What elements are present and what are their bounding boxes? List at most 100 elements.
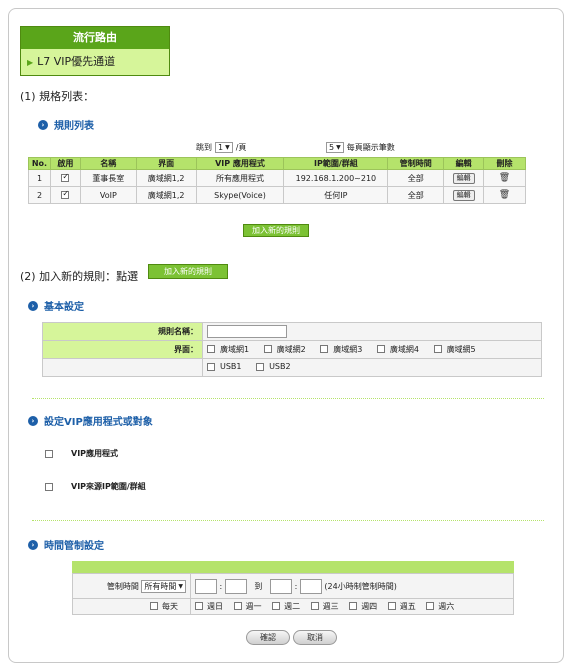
- vip-heading: › 設定VIP應用程式或對象: [28, 413, 153, 428]
- menu-title: 流行路由: [21, 27, 169, 49]
- day-checkbox[interactable]: [233, 602, 242, 611]
- cancel-button[interactable]: 取消: [293, 630, 337, 645]
- add-rule-button-2[interactable]: 加入新的規則: [148, 264, 228, 279]
- day-option[interactable]: 週一: [233, 601, 262, 612]
- iface-option[interactable]: 廣域網3: [320, 344, 362, 355]
- edit-button[interactable]: 編輯: [452, 172, 475, 184]
- rules-header-row: No. 啟用 名稱 界面 VIP 應用程式 IP範圍/群組 管制時間 編輯 刪除: [28, 157, 526, 170]
- ok-button[interactable]: 確認: [246, 630, 290, 645]
- col-time: 管制時間: [387, 157, 445, 170]
- iface-option-label: 廣域網1: [220, 344, 250, 354]
- iface-option[interactable]: 廣域網4: [376, 344, 419, 355]
- day-label: 週日: [207, 601, 223, 611]
- vip-app-checkbox[interactable]: [45, 449, 53, 458]
- divider: [32, 520, 544, 521]
- day-option[interactable]: 週二: [272, 601, 300, 612]
- vip-app-option[interactable]: VIP應用程式: [45, 448, 118, 459]
- day-option-everyday[interactable]: 每天: [150, 601, 178, 612]
- start-hour-input[interactable]: [195, 578, 217, 594]
- col-edit: 編輯: [443, 157, 485, 170]
- start-minute-input[interactable]: [224, 578, 247, 594]
- day-checkbox[interactable]: [272, 602, 281, 611]
- menu-subtitle: L7 VIP優先通道: [37, 55, 116, 68]
- iface-checkbox[interactable]: [263, 345, 272, 354]
- row-no: 1: [28, 169, 51, 187]
- per-page-select-value: 5: [329, 143, 335, 152]
- arrow-circle-icon: ›: [28, 300, 38, 311]
- usb-option[interactable]: USB2: [256, 362, 291, 371]
- trash-icon[interactable]: 🗑: [499, 190, 510, 200]
- row-name: 董事長室: [79, 169, 137, 187]
- end-minute-input[interactable]: [299, 578, 322, 594]
- row-enabled-cell: [49, 169, 81, 187]
- table-row: 2 VoIP 廣域網1,2 Skype(Voice) 任何IP 全部 編輯 🗑: [28, 186, 526, 204]
- day-checkbox[interactable]: [387, 602, 396, 611]
- row-delete-cell: 🗑: [483, 169, 526, 187]
- trash-icon[interactable]: 🗑: [499, 173, 510, 183]
- col-ip: IP範圍/群組: [283, 157, 389, 170]
- enabled-checkbox[interactable]: [61, 172, 70, 182]
- rule-name-label: 規則名稱：: [42, 322, 203, 341]
- usb-option-label: USB1: [220, 362, 242, 372]
- vip-app-label: VIP應用程式: [71, 449, 119, 458]
- page-select[interactable]: 1 ▼: [215, 142, 233, 153]
- day-label: 週一: [245, 601, 262, 611]
- day-option[interactable]: 週四: [349, 601, 377, 612]
- iface-checkbox[interactable]: [207, 345, 215, 354]
- row-ip: 任何IP: [283, 186, 389, 204]
- rule-name-input[interactable]: [207, 325, 287, 338]
- usb-checkbox[interactable]: [207, 362, 215, 371]
- time-control-select[interactable]: 所有時間 ▼: [141, 579, 186, 593]
- iface-option[interactable]: 廣域網1: [207, 344, 249, 355]
- row-app: 所有應用程式: [195, 169, 285, 187]
- day-checkbox[interactable]: [349, 602, 358, 611]
- rule-name-cell: [202, 322, 542, 341]
- day-option[interactable]: 週三: [310, 601, 339, 612]
- menu-subtitle-row[interactable]: ▶ L7 VIP優先通道: [21, 49, 169, 75]
- usb-options: USB1 USB2: [202, 358, 542, 377]
- per-page-suffix: 每頁顯示筆數: [346, 143, 395, 152]
- end-hour-input[interactable]: [270, 578, 293, 594]
- day-label: 每天: [162, 601, 178, 611]
- day-checkbox[interactable]: [426, 602, 435, 611]
- iface-option[interactable]: 廣域網2: [263, 344, 306, 355]
- day-checkbox[interactable]: [150, 602, 158, 611]
- iface-checkbox[interactable]: [320, 345, 329, 354]
- iface-checkbox[interactable]: [433, 345, 442, 354]
- vip-ip-checkbox[interactable]: [45, 482, 53, 491]
- day-label: 週三: [322, 601, 339, 611]
- col-name: 名稱: [79, 157, 137, 170]
- per-page-select[interactable]: 5 ▼: [326, 142, 344, 153]
- time-heading: › 時間管制設定: [28, 537, 104, 552]
- add-rule-button[interactable]: 加入新的規則: [243, 224, 309, 237]
- chevron-down-icon: ▼: [336, 144, 341, 151]
- day-option[interactable]: 週六: [426, 601, 454, 612]
- vip-ip-option[interactable]: VIP來源IP範圍/群組: [45, 481, 146, 492]
- usb-label-cell: [42, 358, 203, 377]
- enabled-checkbox[interactable]: [61, 189, 70, 199]
- iface-checkbox[interactable]: [376, 345, 385, 354]
- basic-settings-heading-text: 基本設定: [44, 302, 84, 313]
- time-heading-text: 時間管制設定: [44, 541, 104, 552]
- page-select-value: 1: [218, 143, 224, 152]
- divider: [32, 398, 544, 399]
- day-label: 週六: [438, 601, 455, 611]
- time-note: (24小時制管制時間): [324, 581, 397, 591]
- days-row: 每天 週日 週一 週二 週三 週四 週五 週六: [72, 598, 514, 615]
- vip-heading-text: 設定VIP應用程式或對象: [44, 417, 153, 428]
- edit-button[interactable]: 編輯: [452, 189, 475, 201]
- day-label: 週二: [284, 601, 301, 611]
- rule-list-heading: › 規則列表: [38, 117, 94, 132]
- usb-checkbox[interactable]: [256, 362, 265, 371]
- day-checkbox[interactable]: [195, 602, 203, 611]
- arrow-circle-icon: ›: [38, 119, 48, 130]
- iface-option[interactable]: 廣域網5: [433, 344, 476, 355]
- usb-option[interactable]: USB1: [207, 362, 242, 371]
- day-option[interactable]: 週五: [387, 601, 416, 612]
- day-option[interactable]: 週日: [195, 601, 223, 612]
- time-control-value: 所有時間: [144, 581, 177, 591]
- iface-options: 廣域網1 廣域網2 廣域網3 廣域網4 廣域網5: [202, 340, 542, 359]
- day-checkbox[interactable]: [310, 602, 319, 611]
- page-jump: 跳到 1 ▼ /頁: [196, 142, 246, 153]
- usb-row: USB1 USB2: [42, 358, 542, 377]
